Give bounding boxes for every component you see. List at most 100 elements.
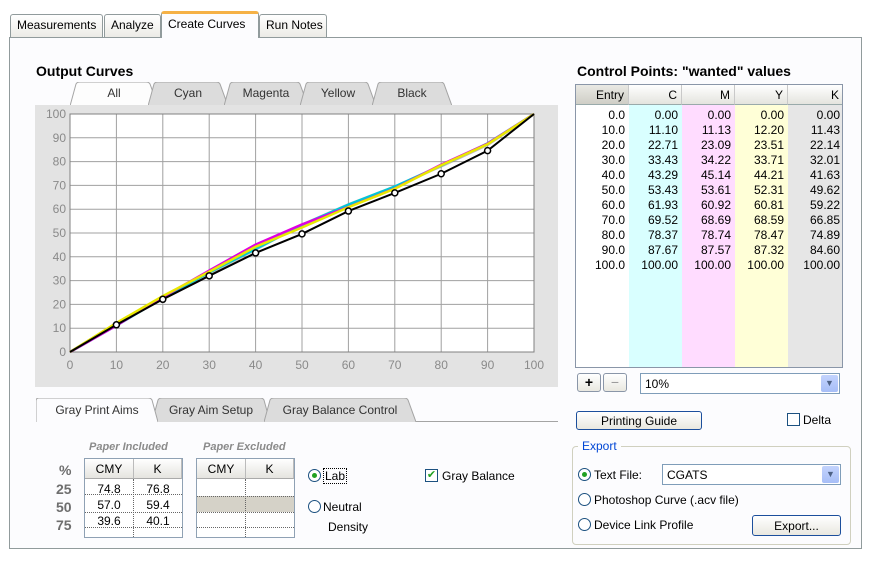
cell-k-8[interactable]: 74.89 [788,228,842,243]
cell-k-3[interactable]: 32.01 [788,153,842,168]
series-point [298,230,306,238]
cell-k-5[interactable]: 49.62 [788,183,842,198]
tab-create-curves[interactable]: Create Curves [161,11,259,38]
cell-c-10[interactable]: 100.00 [629,258,682,273]
remove-point-button[interactable]: − [603,373,627,392]
cell-m-6[interactable]: 60.92 [682,198,735,213]
printing-guide-button[interactable]: Printing Guide [576,411,702,430]
cell-m-9[interactable]: 87.57 [682,243,735,258]
neutral-density-radio[interactable] [308,500,321,513]
cell-k-0[interactable]: 0.00 [788,108,842,123]
cell-entry-6[interactable]: 60.0 [576,198,629,213]
cell-y-1[interactable]: 12.20 [735,123,788,138]
cell-c-0[interactable]: 0.00 [629,108,682,123]
output-curves-chart[interactable]: 0 10 20 30 40 50 60 70 80 90 100 0 10 20 30 40 50 60 70 80 9… [35,105,558,387]
cell-entry-1[interactable]: 10.0 [576,123,629,138]
col-header-m[interactable]: M [682,85,735,105]
cell-c-7[interactable]: 69.52 [629,213,682,228]
delta-checkbox[interactable] [787,413,800,426]
cell-k-9[interactable]: 84.60 [788,243,842,258]
photoshop-curve-radio[interactable] [578,493,591,506]
cell-m-0[interactable]: 0.00 [682,108,735,123]
tab-black[interactable]: Black [372,82,452,106]
control-points-table[interactable]: Entry 0.0 10.0 20.0 30.0 40.0 50.0 60.0 70.0 80.… [575,84,843,368]
x-tick-label: 100 [524,358,544,372]
tab-magenta[interactable]: Magenta [224,82,308,106]
chevron-down-icon[interactable]: ▼ [822,466,839,483]
device-link-radio[interactable] [578,518,591,531]
cell-y-3[interactable]: 33.71 [735,153,788,168]
tab-measurements[interactable]: Measurements [10,14,103,37]
cell-y-6[interactable]: 60.81 [735,198,788,213]
col-header-c[interactable]: C [629,85,682,105]
step-select[interactable]: 10% ▼ [640,373,840,394]
cell-entry-3[interactable]: 30.0 [576,153,629,168]
pi-k-75[interactable]: 40.1 [134,515,182,527]
cell-entry-5[interactable]: 50.0 [576,183,629,198]
pi-cmy-75[interactable]: 39.6 [85,515,133,527]
cell-k-10[interactable]: 100.00 [788,258,842,273]
cell-m-3[interactable]: 34.22 [682,153,735,168]
cell-k-4[interactable]: 41.63 [788,168,842,183]
cell-y-2[interactable]: 23.51 [735,138,788,153]
paper-included-table[interactable]: CMY K 74.8 76.8 57.0 59.4 39.6 40.1 [84,458,183,538]
paper-excluded-table[interactable]: CMY K [196,458,295,538]
pi-k-50[interactable]: 59.4 [134,499,182,511]
cell-c-9[interactable]: 87.67 [629,243,682,258]
cell-entry-7[interactable]: 70.0 [576,213,629,228]
cell-m-4[interactable]: 45.14 [682,168,735,183]
chevron-down-icon[interactable]: ▼ [821,375,838,392]
add-point-button[interactable]: + [577,373,601,392]
pi-cmy-25[interactable]: 74.8 [85,483,133,495]
cell-y-4[interactable]: 44.21 [735,168,788,183]
text-file-radio[interactable] [578,468,591,481]
cell-y-10[interactable]: 100.00 [735,258,788,273]
col-header-y[interactable]: Y [735,85,788,105]
col-header-entry[interactable]: Entry [576,85,629,105]
cell-c-5[interactable]: 53.43 [629,183,682,198]
cell-m-7[interactable]: 68.69 [682,213,735,228]
cell-m-1[interactable]: 11.13 [682,123,735,138]
tab-gray-aim-setup[interactable]: Gray Aim Setup [152,398,270,422]
col-header-k[interactable]: K [788,85,842,105]
cell-y-7[interactable]: 68.59 [735,213,788,228]
cell-entry-0[interactable]: 0.0 [576,108,629,123]
cell-m-8[interactable]: 78.74 [682,228,735,243]
tab-run-notes[interactable]: Run Notes [259,14,327,37]
export-button[interactable]: Export... [752,515,841,536]
cell-k-6[interactable]: 59.22 [788,198,842,213]
cell-entry-8[interactable]: 80.0 [576,228,629,243]
cell-m-5[interactable]: 53.61 [682,183,735,198]
tab-cyan[interactable]: Cyan [148,82,228,106]
cell-c-6[interactable]: 61.93 [629,198,682,213]
cell-c-8[interactable]: 78.37 [629,228,682,243]
cell-y-9[interactable]: 87.32 [735,243,788,258]
cell-entry-2[interactable]: 20.0 [576,138,629,153]
cell-m-10[interactable]: 100.00 [682,258,735,273]
cell-y-5[interactable]: 52.31 [735,183,788,198]
cell-entry-4[interactable]: 40.0 [576,168,629,183]
cell-c-3[interactable]: 33.43 [629,153,682,168]
lab-radio[interactable] [308,469,321,482]
pi-k-25[interactable]: 76.8 [134,483,182,495]
cell-m-2[interactable]: 23.09 [682,138,735,153]
tab-analyze[interactable]: Analyze [104,14,161,37]
cell-c-2[interactable]: 22.71 [629,138,682,153]
pi-cmy-50[interactable]: 57.0 [85,499,133,511]
cell-c-1[interactable]: 11.10 [629,123,682,138]
export-format-select[interactable]: CGATS ▼ [662,464,841,485]
tab-yellow[interactable]: Yellow [300,82,376,106]
tab-all[interactable]: All [70,82,158,106]
cell-entry-9[interactable]: 90.0 [576,243,629,258]
tab-gray-balance-control[interactable]: Gray Balance Control [264,398,416,422]
col-cmy: CMY [197,459,246,479]
cell-k-7[interactable]: 66.85 [788,213,842,228]
cell-y-8[interactable]: 78.47 [735,228,788,243]
cell-entry-10[interactable]: 100.0 [576,258,629,273]
cell-y-0[interactable]: 0.00 [735,108,788,123]
tab-gray-print-aims[interactable]: Gray Print Aims [36,398,158,423]
gray-balance-checkbox[interactable]: ✔ [425,469,438,482]
cell-k-1[interactable]: 11.43 [788,123,842,138]
cell-c-4[interactable]: 43.29 [629,168,682,183]
cell-k-2[interactable]: 22.14 [788,138,842,153]
